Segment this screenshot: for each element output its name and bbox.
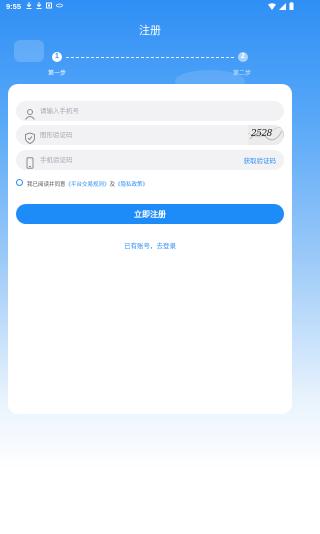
image-code-input[interactable] — [40, 128, 190, 142]
system-icons — [268, 2, 294, 10]
step-2-label: 第二步 — [233, 71, 252, 77]
status-time: 9:55 — [6, 2, 22, 11]
download-icon — [36, 2, 42, 9]
phone-input[interactable] — [40, 104, 190, 118]
download-icon — [26, 2, 32, 9]
notification-icons — [26, 2, 63, 9]
step-indicator: 1 2 第一步 第二步 — [0, 50, 300, 80]
shield-icon — [24, 129, 36, 145]
register-button[interactable]: 立即注册 — [16, 204, 284, 224]
captcha-text: 2528 — [251, 129, 272, 139]
image-icon — [46, 2, 52, 9]
signal-icon — [279, 2, 286, 10]
sms-code-field[interactable]: 获取验证码 — [16, 150, 284, 170]
login-link[interactable]: 已有账号，去登录 — [8, 240, 292, 250]
step-2-dot: 2 — [238, 52, 248, 62]
sms-code-input[interactable] — [40, 153, 190, 167]
image-code-field[interactable]: 2528 — [16, 125, 284, 145]
privacy-policy-link[interactable]: 《隐私政策》 — [115, 182, 148, 188]
status-bar: 9:55 — [0, 0, 300, 14]
vpn-icon — [56, 2, 63, 9]
agreement-text: 我已阅读并同意《平台交易规则》及《隐私政策》 — [27, 180, 148, 188]
step-1-dot: 1 — [52, 52, 62, 62]
agreement-prefix: 我已阅读并同意 — [27, 181, 66, 188]
user-icon — [24, 105, 36, 120]
register-form-card: 2528 获取验证码 我已阅读并同意《平台交易规则》及《隐私政策》 立即注册 已… — [8, 84, 292, 414]
get-code-button[interactable]: 获取验证码 — [244, 155, 277, 165]
agreement-checkbox[interactable] — [16, 179, 23, 186]
phone-field[interactable] — [16, 101, 284, 121]
battery-icon — [289, 2, 294, 10]
wifi-icon — [268, 2, 276, 10]
step-1-label: 第一步 — [48, 71, 67, 77]
captcha-image[interactable]: 2528 — [248, 125, 284, 145]
step-connector — [66, 57, 234, 58]
page-title: 注册 — [139, 25, 161, 37]
trade-rules-link[interactable]: 《平台交易规则》 — [66, 182, 110, 188]
phone-icon — [24, 154, 36, 169]
